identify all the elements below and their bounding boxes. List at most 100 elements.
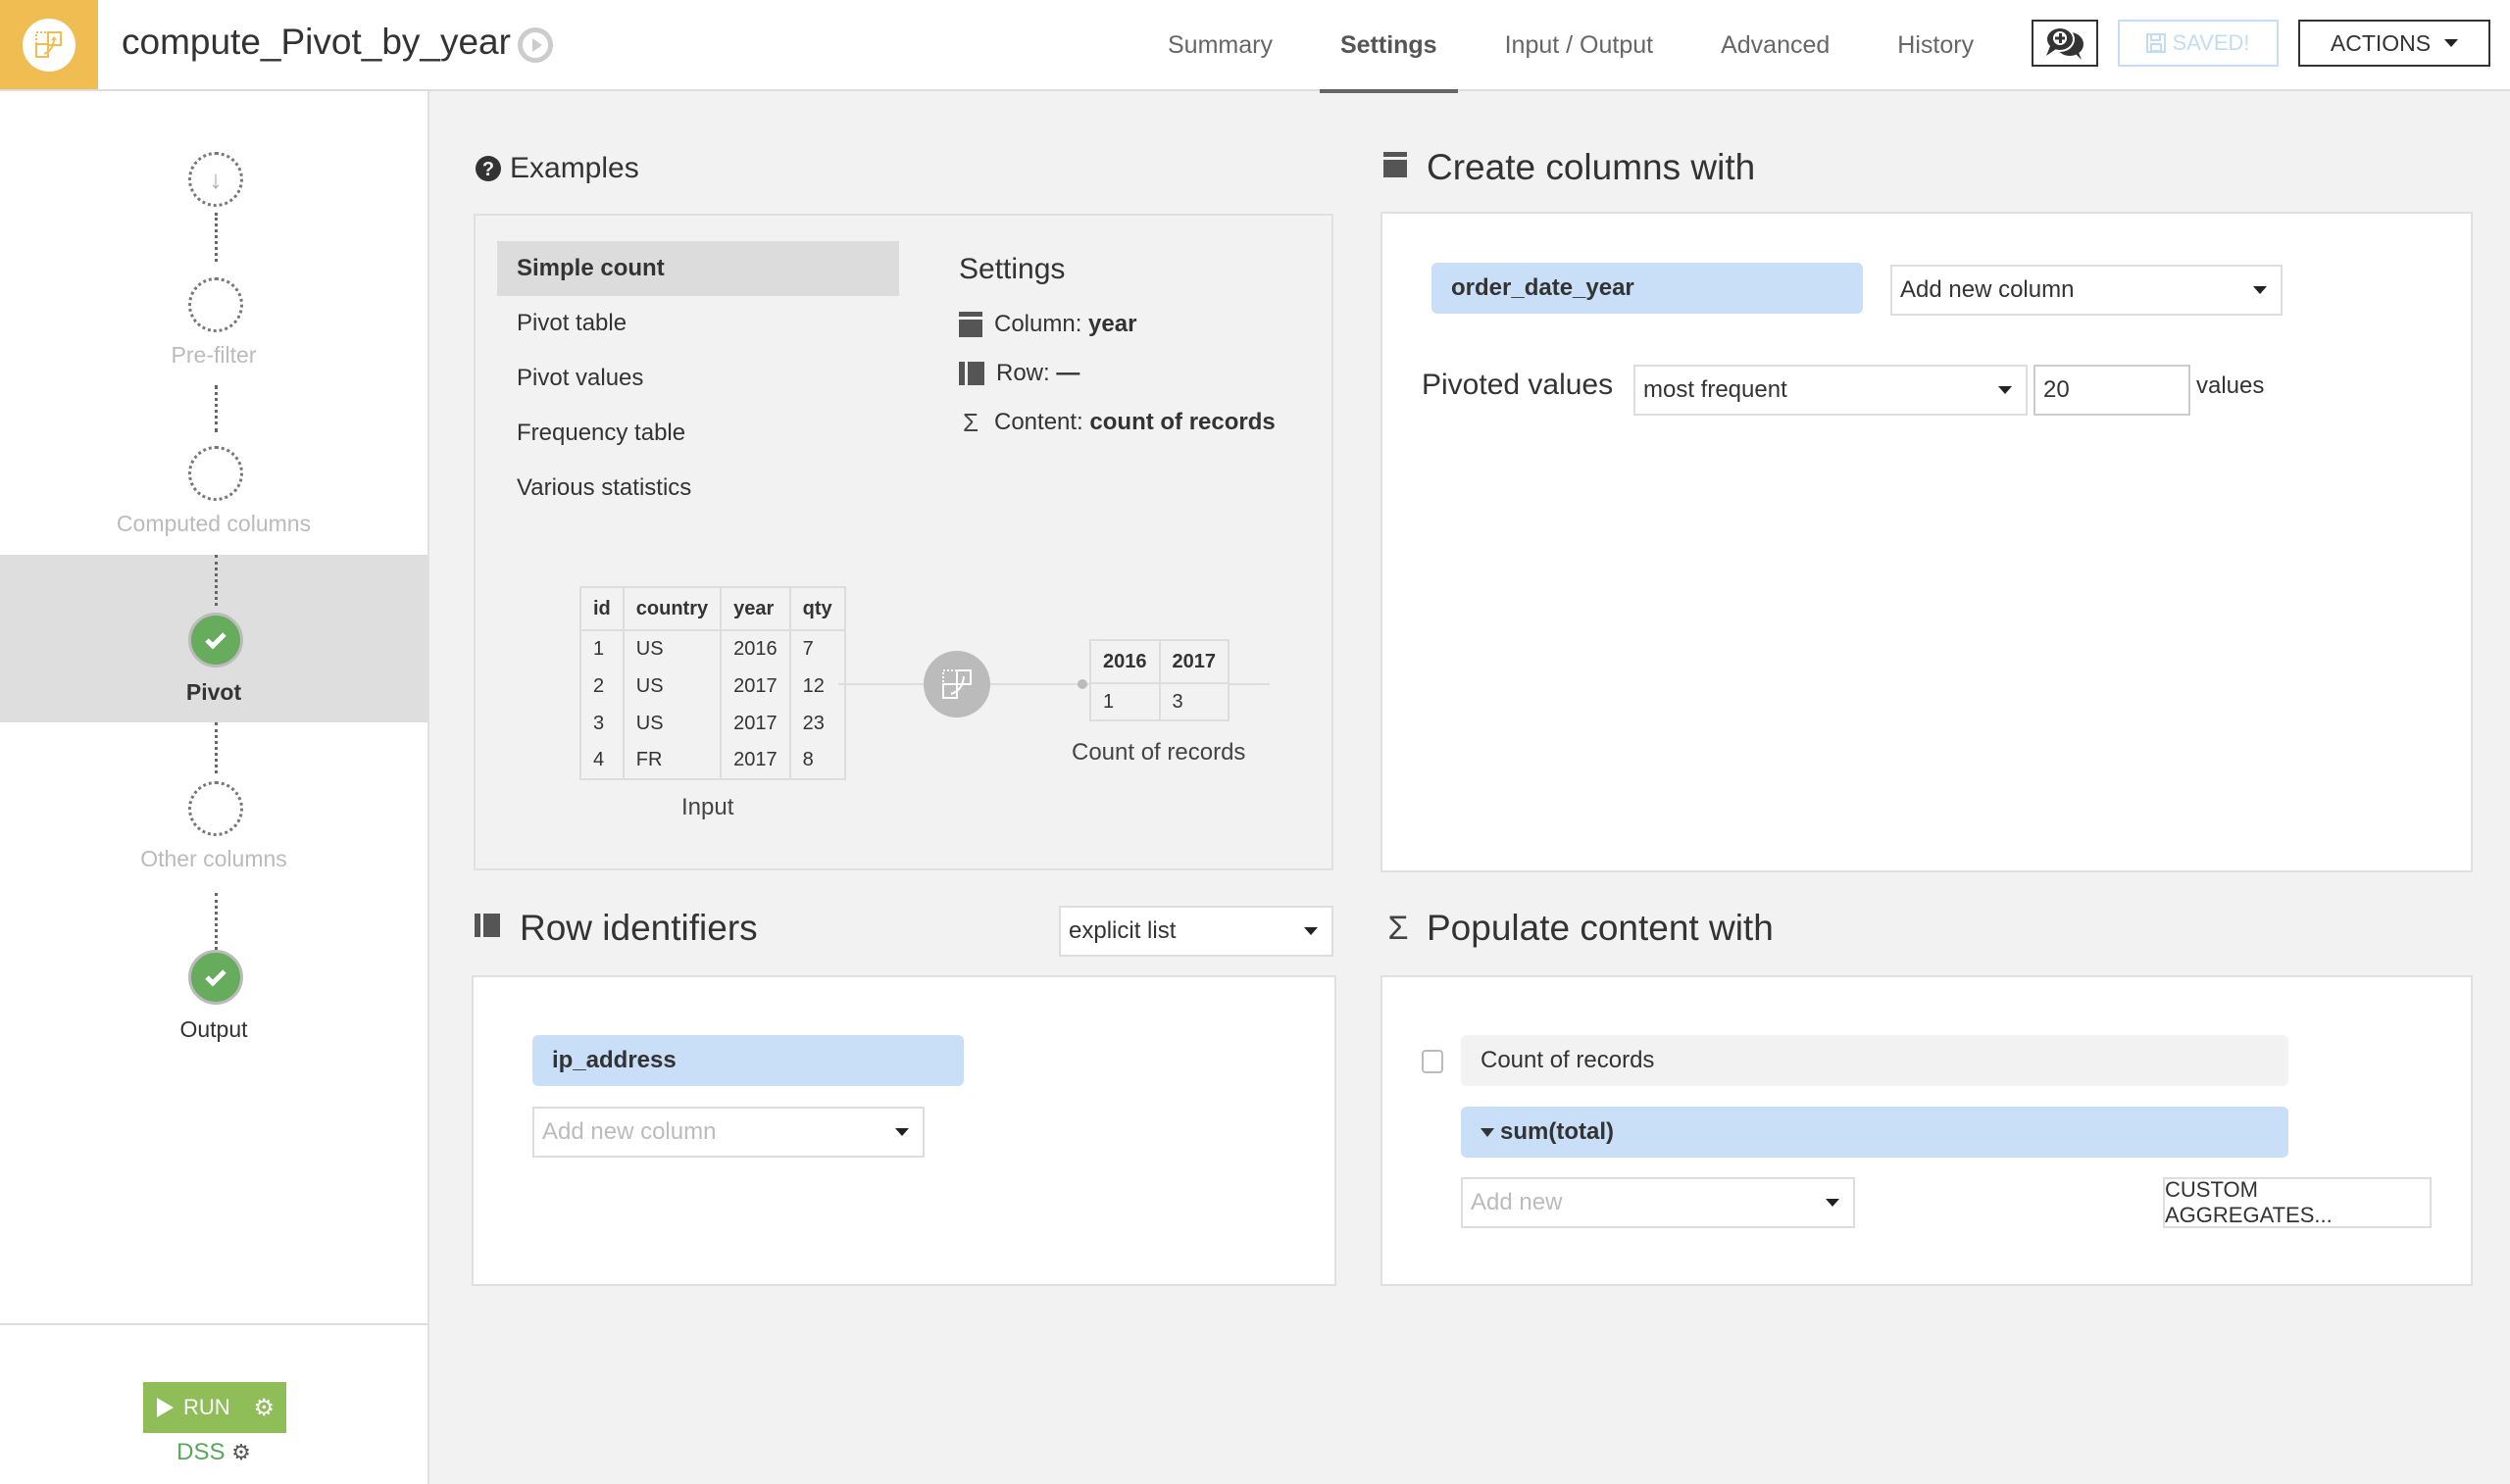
- table-cell: 1: [579, 630, 625, 668]
- aggregate-chip[interactable]: sum(total): [1461, 1107, 2288, 1158]
- column-setting-label: Column:: [994, 311, 1082, 337]
- table-cell: 7: [788, 630, 846, 668]
- example-row-setting: Row: —: [959, 349, 1276, 398]
- pivot-flow-icon: [924, 651, 990, 717]
- content-setting-label: Content:: [994, 409, 1083, 435]
- step-connector: [215, 385, 218, 432]
- row-identifiers-mode: explicit list: [1069, 917, 1177, 944]
- add-row-identifier-placeholder: Add new column: [542, 1118, 717, 1145]
- table-cell: 3: [1158, 683, 1230, 721]
- step-label-output[interactable]: Output: [0, 1016, 427, 1043]
- pivoted-values-count-input[interactable]: 20: [2033, 365, 2190, 416]
- row-icon: [959, 362, 984, 385]
- recipe-status-icon[interactable]: [518, 27, 553, 63]
- tab-advanced[interactable]: Advanced: [1700, 0, 1850, 91]
- add-aggregate-select[interactable]: Add new: [1461, 1177, 1855, 1228]
- top-header: compute_Pivot_by_year Summary Settings I…: [0, 0, 2510, 93]
- add-pivot-column-select[interactable]: Add new column: [1890, 265, 2283, 316]
- discussion-add-icon: [2045, 26, 2083, 60]
- sigma-icon: Σ: [1387, 909, 1409, 947]
- populate-content-title: Populate content with: [1427, 908, 1774, 948]
- examples-list: Simple count Pivot table Pivot values Fr…: [497, 241, 899, 516]
- example-content-setting: Σ Content: count of records: [959, 398, 1276, 447]
- table-header-row: id country year qty: [579, 586, 846, 631]
- step-computed-columns-circle[interactable]: [188, 446, 243, 501]
- caret-down-icon: [1304, 927, 1318, 935]
- count-of-records-chip[interactable]: Count of records: [1461, 1035, 2288, 1086]
- step-other-columns-circle[interactable]: [188, 781, 243, 836]
- example-frequency-table[interactable]: Frequency table: [497, 406, 899, 461]
- step-label-computed-columns[interactable]: Computed columns: [0, 511, 427, 537]
- row-identifiers-title: Row identifiers: [520, 908, 758, 948]
- table-cell: 2017: [720, 668, 791, 705]
- table-row: 3 US 2017 23: [579, 705, 846, 742]
- floppy-disk-icon: [2146, 33, 2167, 53]
- table-row: 4 FR 2017 8: [579, 742, 846, 780]
- table-cell: US: [622, 668, 723, 705]
- check-icon: [205, 632, 226, 650]
- actions-button[interactable]: ACTIONS: [2298, 20, 2490, 67]
- example-simple-count[interactable]: Simple count: [497, 241, 899, 296]
- step-pivot-circle[interactable]: [188, 613, 243, 668]
- step-prefilter-circle[interactable]: [188, 277, 243, 332]
- step-connector: [215, 893, 218, 950]
- step-input[interactable]: ↓: [188, 152, 243, 207]
- pivoted-values-mode-select[interactable]: most frequent: [1633, 365, 2028, 416]
- saved-button[interactable]: SAVED!: [2118, 20, 2279, 67]
- arrow-down-icon: ↓: [209, 164, 223, 194]
- example-pivot-table[interactable]: Pivot table: [497, 296, 899, 351]
- recipe-logo[interactable]: [0, 0, 98, 89]
- step-output-circle[interactable]: [188, 950, 243, 1005]
- add-row-identifier-select[interactable]: Add new column: [532, 1107, 925, 1158]
- step-connector: [215, 722, 218, 773]
- step-label-prefilter[interactable]: Pre-filter: [0, 342, 427, 369]
- gear-icon[interactable]: ⚙: [253, 1394, 275, 1422]
- row-identifiers-panel: ip_address Add new column: [472, 975, 1336, 1286]
- table-cell: US: [622, 630, 723, 668]
- run-button[interactable]: RUN ⚙: [143, 1382, 286, 1433]
- row-setting-label: Row:: [996, 360, 1050, 386]
- step-connector: [215, 213, 218, 262]
- column-header: 2016: [1089, 639, 1161, 684]
- create-columns-header: Create columns with: [1383, 147, 1755, 188]
- custom-aggregates-button[interactable]: CUSTOM AGGREGATES...: [2163, 1177, 2432, 1228]
- row-identifiers-header: Row identifiers: [475, 908, 758, 949]
- run-area: RUN ⚙ DSS ⚙: [0, 1323, 427, 1484]
- table-cell: 1: [1089, 683, 1161, 721]
- table-cell: FR: [622, 742, 723, 780]
- check-icon: [205, 969, 226, 987]
- svg-text:?: ?: [482, 159, 494, 180]
- add-aggregate-placeholder: Add new: [1471, 1189, 1563, 1215]
- aggregate-label: sum(total): [1500, 1118, 1614, 1145]
- play-icon: [157, 1398, 174, 1417]
- tab-settings[interactable]: Settings: [1319, 0, 1458, 93]
- add-pivot-column-label: Add new column: [1900, 276, 2075, 303]
- tab-input-output[interactable]: Input / Output: [1484, 0, 1675, 91]
- pivoted-values-label: Pivoted values: [1422, 369, 1614, 401]
- example-pivot-values[interactable]: Pivot values: [497, 351, 899, 406]
- table-row: 1 3: [1089, 683, 1230, 721]
- step-label-other-columns[interactable]: Other columns: [0, 846, 427, 872]
- caret-down-icon: [895, 1128, 909, 1136]
- count-of-records-checkbox[interactable]: [1422, 1050, 1443, 1073]
- input-table-caption: Input: [681, 794, 734, 820]
- example-various-statistics[interactable]: Various statistics: [497, 461, 899, 516]
- examples-title: Examples: [510, 152, 639, 184]
- tab-history[interactable]: History: [1877, 0, 1994, 91]
- column-header: year: [720, 586, 791, 631]
- populate-content-header: Σ Populate content with: [1383, 908, 1774, 949]
- engine-selector[interactable]: DSS ⚙: [0, 1439, 427, 1466]
- tab-summary[interactable]: Summary: [1147, 0, 1293, 91]
- row-identifier-chip[interactable]: ip_address: [532, 1035, 964, 1086]
- caret-down-icon: [2444, 39, 2459, 47]
- discussions-button[interactable]: [2032, 20, 2098, 67]
- examples-panel: Simple count Pivot table Pivot values Fr…: [474, 214, 1333, 870]
- row-identifiers-mode-select[interactable]: explicit list: [1059, 906, 1333, 957]
- step-label-pivot[interactable]: Pivot: [0, 679, 427, 706]
- examples-header: ? Examples: [475, 152, 639, 185]
- expand-triangle-icon[interactable]: [1481, 1127, 1494, 1137]
- column-header: id: [579, 586, 625, 631]
- pivot-column-chip[interactable]: order_date_year: [1431, 263, 1863, 314]
- flow-dot: [1078, 679, 1087, 689]
- recipe-title[interactable]: compute_Pivot_by_year: [122, 22, 511, 63]
